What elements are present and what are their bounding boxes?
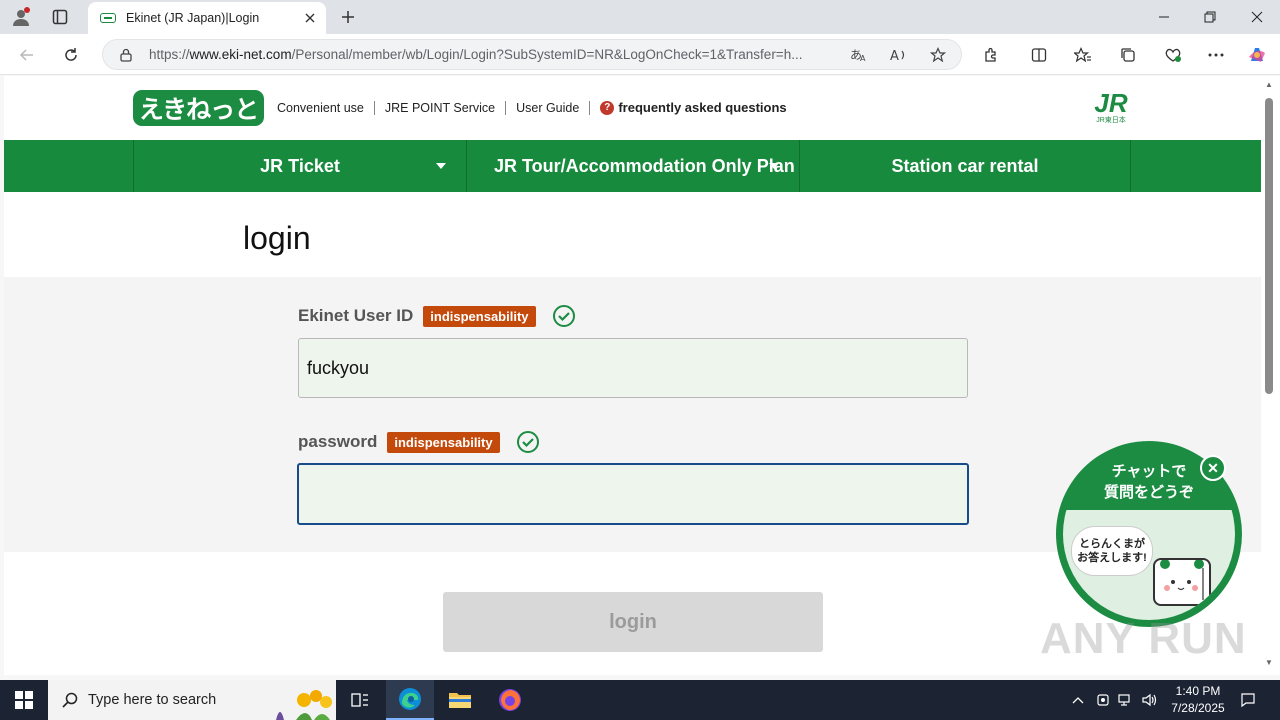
extensions-icon[interactable] <box>978 42 1004 68</box>
title-section: login <box>4 192 1261 277</box>
task-view-icon[interactable] <box>336 680 384 720</box>
volume-icon[interactable] <box>1140 680 1160 720</box>
tulips-search-highlight-icon <box>276 690 332 720</box>
speech-line-1: とらんくまが <box>1078 538 1145 550</box>
tab-actions-icon[interactable] <box>47 5 73 29</box>
chat-close-icon[interactable]: ✕ <box>1200 455 1226 481</box>
login-button[interactable]: login <box>443 592 823 652</box>
svg-text:A: A <box>890 49 899 63</box>
faq-label: frequently asked questions <box>618 100 787 115</box>
page-scrollbar[interactable]: ▲ ▼ <box>1261 76 1280 675</box>
search-icon <box>62 692 78 708</box>
required-badge: indispensability <box>387 431 500 453</box>
chat-line-2: 質問をどうぞ <box>1103 484 1194 501</box>
anyrun-watermark: ANY RUN <box>1040 614 1247 663</box>
global-nav: JR Ticket JR Tour/Accommodation Only Pla… <box>4 140 1261 192</box>
clock-time: 1:40 PM <box>1175 684 1221 698</box>
jr-east-logo[interactable]: JR JR東日本 <box>1087 90 1135 126</box>
collections-icon[interactable] <box>1115 42 1141 68</box>
read-aloud-icon[interactable]: A <box>887 44 911 66</box>
search-placeholder: Type here to search <box>88 692 217 708</box>
file-explorer-icon[interactable] <box>436 680 484 720</box>
url-text[interactable]: https://www.eki-net.com/Personal/member/… <box>149 47 839 62</box>
check-circle-icon <box>552 305 575 327</box>
header-link-jre-point[interactable]: JRE POINT Service <box>375 101 507 115</box>
user-id-label-row: Ekinet User ID indispensability <box>298 304 576 328</box>
close-window-icon[interactable] <box>1242 5 1272 29</box>
jr-logo-mark: JR <box>1094 88 1128 118</box>
favorite-star-icon[interactable] <box>926 44 950 66</box>
split-screen-icon[interactable] <box>1026 42 1052 68</box>
password-label: password <box>298 432 378 451</box>
windows-taskbar: Type here to search 1:40 PM 7/28/2025 <box>0 680 1280 720</box>
minimize-icon[interactable] <box>1149 5 1179 29</box>
edge-taskbar-icon[interactable] <box>386 680 434 720</box>
back-icon[interactable] <box>14 42 40 68</box>
address-bar[interactable]: https://www.eki-net.com/Personal/member/… <box>102 39 962 70</box>
browser-toolbar: https://www.eki-net.com/Personal/member/… <box>0 34 1280 75</box>
site-info-lock-icon[interactable] <box>117 46 135 64</box>
logo-text: えきねっと <box>138 96 259 124</box>
translate-icon[interactable]: あA <box>847 44 871 66</box>
clock-date: 7/28/2025 <box>1171 701 1225 715</box>
show-hidden-icons-chevron-icon[interactable] <box>1068 680 1088 720</box>
password-label-row: password indispensability <box>298 430 540 454</box>
speech-line-2: お答えします! <box>1077 552 1147 564</box>
nav-station-car-rental[interactable]: Station car rental <box>799 140 1131 192</box>
nav-car-rental-label: Station car rental <box>891 155 1039 176</box>
required-badge: indispensability <box>423 305 536 327</box>
taskbar-search[interactable]: Type here to search <box>48 680 336 720</box>
chat-speech-bubble: とらんくまが お答えします! <box>1071 526 1153 576</box>
active-tab[interactable]: Ekinet (JR Japan)|Login <box>88 2 326 34</box>
check-circle-icon <box>516 431 539 453</box>
notifications-icon[interactable] <box>1236 680 1260 720</box>
tab-close-icon[interactable] <box>302 10 318 26</box>
header-link-faq[interactable]: ? frequently asked questions <box>590 101 796 115</box>
header-link-convenient-use[interactable]: Convenient use <box>277 101 375 115</box>
system-clock[interactable]: 1:40 PM 7/28/2025 <box>1160 683 1236 717</box>
page-viewport: えきねっと Convenient use JRE POINT Service U… <box>4 76 1261 675</box>
question-mark-icon: ? <box>600 101 615 115</box>
browser-essentials-icon[interactable] <box>1160 42 1186 68</box>
profile-icon[interactable] <box>8 5 34 29</box>
more-menu-icon[interactable] <box>1203 42 1229 68</box>
nav-jr-ticket-label: JR Ticket <box>260 155 340 176</box>
header-links: Convenient use JRE POINT Service User Gu… <box>277 101 797 115</box>
url-scheme: https:// <box>149 47 190 62</box>
page-title: login <box>243 220 311 256</box>
site-header: えきねっと Convenient use JRE POINT Service U… <box>4 76 1261 140</box>
favorites-icon[interactable] <box>1070 42 1096 68</box>
security-tray-icon[interactable] <box>1093 680 1113 720</box>
start-windows-icon[interactable] <box>0 680 48 720</box>
network-icon[interactable] <box>1116 680 1136 720</box>
tab-title: Ekinet (JR Japan)|Login <box>126 11 260 25</box>
header-link-user-guide[interactable]: User Guide <box>506 101 591 115</box>
user-id-input[interactable] <box>298 338 968 398</box>
svg-text:A: A <box>860 54 866 63</box>
scroll-down-icon[interactable]: ▼ <box>1264 658 1274 667</box>
nav-jr-ticket[interactable]: JR Ticket <box>133 140 466 192</box>
url-path: /Personal/member/wb/Login/Login?SubSyste… <box>291 47 803 62</box>
nav-tour-accommodation[interactable]: JR Tour/Accommodation Only Plan <box>466 140 799 192</box>
scroll-up-icon[interactable]: ▲ <box>1264 80 1274 89</box>
chevron-down-icon <box>436 163 446 169</box>
ekinet-logo[interactable]: えきねっと <box>133 90 264 126</box>
restore-icon[interactable] <box>1195 5 1225 29</box>
user-id-label: Ekinet User ID <box>298 306 414 325</box>
new-tab-icon[interactable] <box>336 5 360 29</box>
refresh-icon[interactable] <box>58 42 84 68</box>
copilot-icon[interactable] <box>1244 42 1270 68</box>
url-host: www.eki-net.com <box>189 47 292 62</box>
password-input[interactable] <box>297 463 969 525</box>
ekinet-favicon-icon <box>100 13 116 23</box>
scroll-thumb[interactable] <box>1265 98 1273 394</box>
trunk-bear-mascot-icon <box>1153 558 1211 606</box>
firefox-icon[interactable] <box>486 680 534 720</box>
chevron-down-icon <box>769 163 779 169</box>
nav-tour-label: JR Tour/Accommodation Only Plan <box>494 155 795 176</box>
browser-tabbar: Ekinet (JR Japan)|Login <box>0 0 1280 34</box>
